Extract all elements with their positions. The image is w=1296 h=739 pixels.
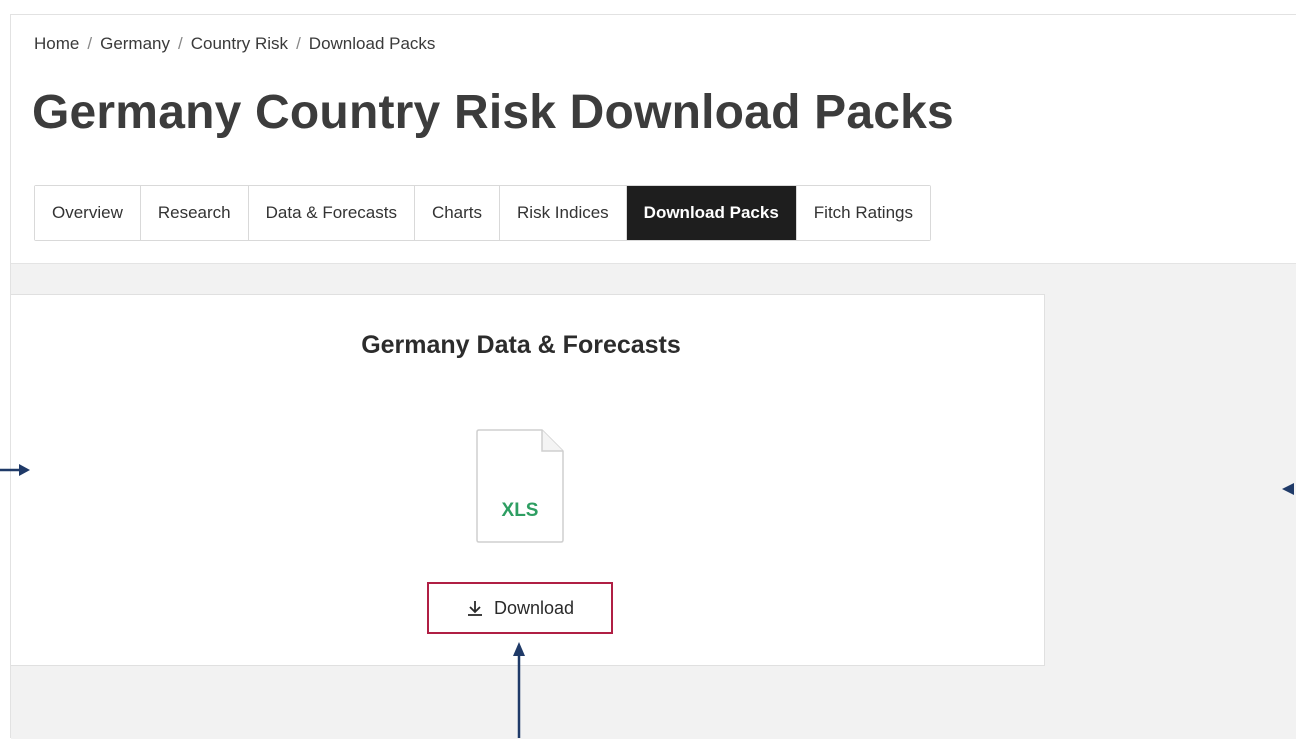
file-type-label: XLS — [502, 500, 539, 521]
tab-data-forecasts[interactable]: Data & Forecasts — [248, 186, 415, 240]
breadcrumb-separator: / — [296, 34, 301, 53]
page-title: Germany Country Risk Download Packs — [32, 86, 954, 139]
breadcrumb-germany[interactable]: Germany — [100, 34, 170, 53]
tab-overview[interactable]: Overview — [35, 186, 141, 240]
download-label: Download — [493, 597, 575, 618]
annotation-arrow-left — [0, 464, 30, 476]
breadcrumb-separator: / — [87, 34, 93, 53]
download-icon — [467, 601, 482, 616]
tab-bar: Overview Research Data & Forecasts Chart… — [34, 185, 931, 241]
breadcrumb-current: Download Packs — [308, 34, 436, 53]
tab-download-packs[interactable]: Download Packs — [626, 186, 797, 240]
tab-research[interactable]: Research — [140, 186, 249, 240]
breadcrumb-separator: / — [178, 34, 183, 53]
xls-file-icon: XLS — [476, 429, 564, 543]
tab-risk-indices[interactable]: Risk Indices — [500, 186, 627, 240]
annotation-arrow-right — [1282, 483, 1294, 495]
tab-charts[interactable]: Charts — [414, 186, 501, 240]
download-button[interactable]: Download — [427, 582, 613, 634]
breadcrumb: Home / Germany / Country Risk / Download Packs — [34, 34, 435, 54]
tab-fitch-ratings[interactable]: Fitch Ratings — [796, 186, 930, 240]
download-pack-card: Germany Data & Forecasts XLS Download — [11, 294, 1045, 666]
annotation-arrow-up — [513, 642, 525, 738]
breadcrumb-country-risk[interactable]: Country Risk — [191, 34, 288, 53]
breadcrumb-home[interactable]: Home — [34, 34, 79, 53]
card-title: Germany Data & Forecasts — [361, 331, 681, 359]
page-container: Home / Germany / Country Risk / Download Packs… — [10, 14, 1296, 739]
